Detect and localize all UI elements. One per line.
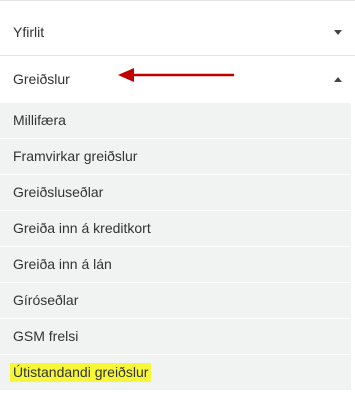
navigation-menu: Yfirlit Greiðslur Millifæra Framvirkar g… — [0, 0, 355, 420]
menu-item-label: Greiðslur — [13, 71, 70, 87]
submenu-item-girosedlar[interactable]: Gíróseðlar — [0, 283, 351, 318]
submenu-item-framvirkar-greidslur[interactable]: Framvirkar greiðslur — [0, 139, 351, 174]
submenu-item-greidslusedlar[interactable]: Greiðsluseðlar — [0, 175, 351, 210]
submenu-item-utistandandi-greidslur[interactable]: Útistandandi greiðslur — [0, 355, 351, 390]
submenu-item-label: Millifæra — [13, 112, 66, 128]
submenu-item-greida-inn-a-kreditkort[interactable]: Greiða inn á kreditkort — [0, 211, 351, 246]
chevron-down-icon — [334, 30, 342, 35]
menu-item-yfirlit[interactable]: Yfirlit — [0, 9, 355, 56]
submenu-item-label: Framvirkar greiðslur — [13, 148, 138, 164]
submenu-item-greida-inn-a-lan[interactable]: Greiða inn á lán — [0, 247, 351, 282]
highlighted-text: Útistandandi greiðslur — [10, 363, 152, 382]
chevron-up-icon — [334, 77, 342, 82]
submenu-item-label: Útistandandi greiðslur — [10, 355, 152, 390]
submenu-item-label: GSM frelsi — [13, 328, 79, 344]
submenu-item-gsm-frelsi[interactable]: GSM frelsi — [0, 319, 351, 354]
submenu-item-label: Greiðsluseðlar — [13, 184, 104, 200]
divider — [0, 0, 355, 1]
submenu-item-millifaera[interactable]: Millifæra — [0, 103, 351, 138]
submenu-item-label: Greiða inn á kreditkort — [13, 220, 151, 236]
annotation-arrow-icon — [118, 68, 234, 82]
submenu-greidslur: Millifæra Framvirkar greiðslur Greiðslus… — [0, 103, 355, 420]
menu-item-label: Yfirlit — [13, 24, 45, 40]
submenu-item-label: Greiða inn á lán — [13, 256, 112, 272]
submenu-item-label: Gíróseðlar — [13, 292, 79, 308]
